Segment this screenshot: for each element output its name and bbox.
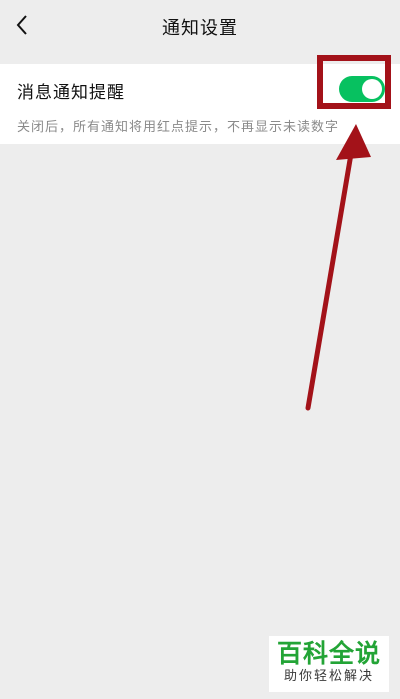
nav-bar: 通知设置 <box>0 0 400 52</box>
notification-toggle[interactable] <box>339 76 385 102</box>
page-title: 通知设置 <box>162 18 238 39</box>
toggle-knob <box>362 79 382 99</box>
watermark-subtitle: 助你轻松解决 <box>283 669 374 684</box>
notification-setting-row: 消息通知提醒 关闭后，所有通知将用红点提示，不再显示未读数字 <box>0 64 400 144</box>
setting-description: 关闭后，所有通知将用红点提示，不再显示未读数字 <box>17 120 340 135</box>
watermark: 百科全说 助你轻松解决 <box>269 636 389 692</box>
setting-label: 消息通知提醒 <box>17 83 125 103</box>
watermark-title: 百科全说 <box>276 639 381 668</box>
